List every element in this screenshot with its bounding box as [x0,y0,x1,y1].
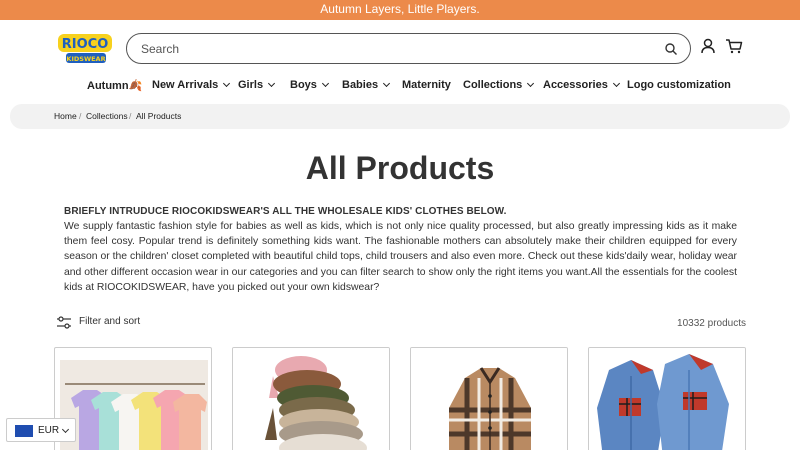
nav-item-boys[interactable]: Boys [290,79,329,91]
search-input[interactable] [141,40,641,58]
nav-item-new-arrivals[interactable]: New Arrivals [152,79,231,91]
product-card[interactable] [232,347,390,450]
chevron-down-icon [527,79,535,88]
product-image-denim-jackets [589,348,745,450]
chevron-down-icon [268,79,276,88]
product-count: 10332 products [677,318,746,329]
announcement-bar: Autumn Layers, Little Players. [0,0,800,20]
nav-item-maternity[interactable]: Maternity [402,79,451,91]
nav-item-girls[interactable]: Girls [238,79,276,91]
breadcrumb: Home / Collections / All Products [10,104,790,129]
breadcrumb-collections[interactable]: Collections [86,111,128,121]
announcement-text: Autumn Layers, Little Players. [320,2,480,16]
nav-item-autumn[interactable]: Autumn🍂 [87,79,142,92]
product-image-pastel-tshirts [60,360,208,450]
chevron-down-icon [61,425,70,434]
main-nav: Autumn🍂 New Arrivals Girls Boys Babies M… [0,76,800,98]
intro-text: We supply fantastic fashion style for ba… [64,221,737,293]
search-icon[interactable] [664,42,678,56]
chevron-down-icon [383,79,391,88]
search-box[interactable] [126,33,691,64]
breadcrumb-separator: / [129,111,132,121]
chevron-down-icon [321,79,329,88]
product-card[interactable] [54,347,212,450]
logo-text-bottom: KIDSWEAR [66,55,105,63]
nav-item-accessories[interactable]: Accessories [543,79,620,91]
product-card[interactable] [410,347,568,450]
intro-heading: BRIEFLY INTRUDUCE RIOCOKIDSWEAR'S ALL TH… [64,206,507,217]
filter-icon [57,316,71,329]
logo-text-top: RIOCO [62,37,109,52]
brand-logo[interactable]: RIOCO KIDSWEAR [56,32,114,66]
product-card[interactable] [588,347,746,450]
nav-item-collections[interactable]: Collections [463,79,535,91]
page-title: All Products [305,150,495,186]
breadcrumb-current: All Products [136,111,182,121]
product-image-plaid-shacket [411,348,567,450]
currency-code: EUR [38,425,60,436]
chevron-down-icon [223,79,231,88]
product-image-knit-sweaters [233,348,389,450]
chevron-down-icon [612,79,620,88]
eu-flag-icon [15,425,33,437]
cart-icon[interactable] [725,37,743,55]
filter-label: Filter and sort [79,316,141,327]
breadcrumb-separator: / [79,111,82,121]
nav-item-logo-customization[interactable]: Logo customization [627,79,731,91]
site-header: RIOCO KIDSWEAR [0,20,800,76]
account-icon[interactable] [699,37,717,55]
currency-selector[interactable]: EUR [6,418,76,442]
nav-item-babies[interactable]: Babies [342,79,391,91]
breadcrumb-home[interactable]: Home [54,111,77,121]
